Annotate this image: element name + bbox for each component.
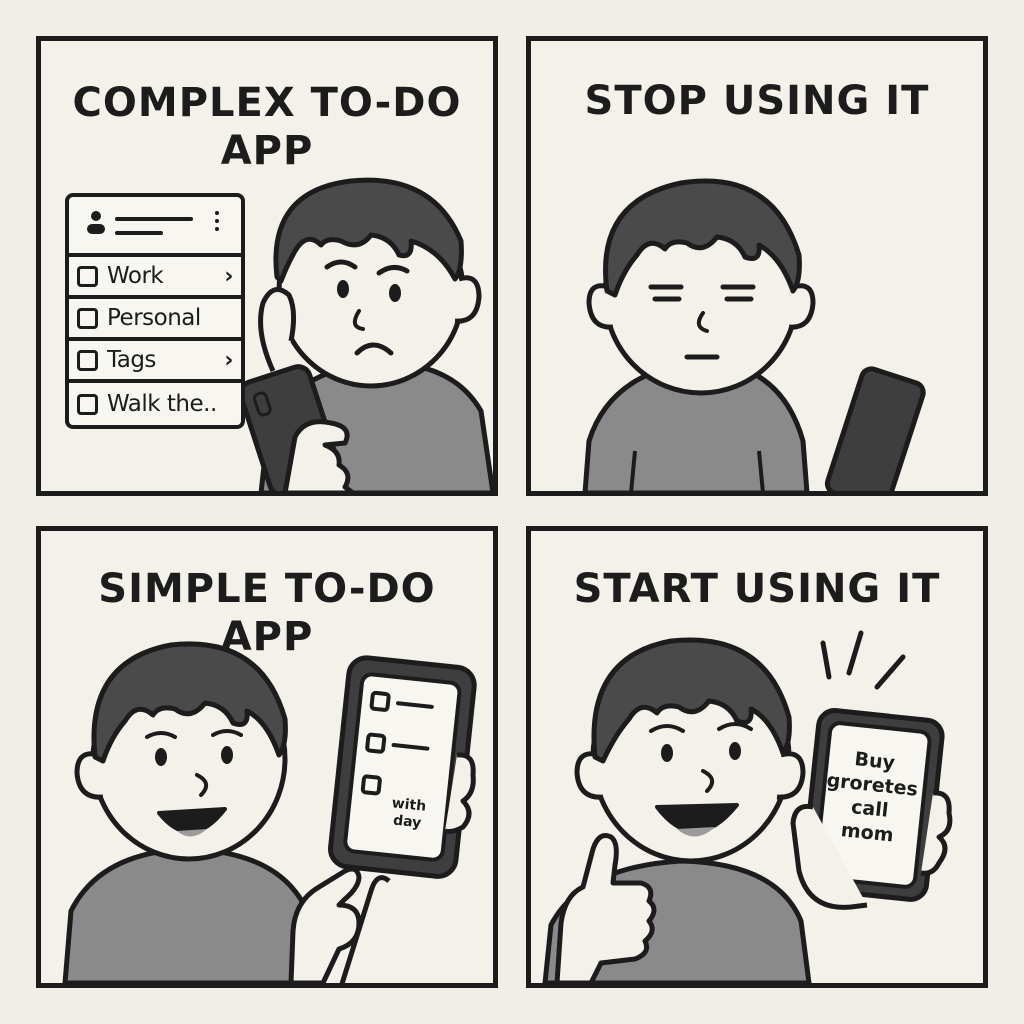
start-app-task-list: Buy groretes call mom xyxy=(816,744,925,850)
checkbox-icon[interactable] xyxy=(77,349,98,371)
panel-simple-todo-app: SIMPLE TO-DO APP with day xyxy=(36,526,498,988)
panel-caption-simple: SIMPLE TO-DO APP xyxy=(41,565,493,661)
caption-line-1: COMPLEX TO-DO xyxy=(72,80,462,126)
header-line-short xyxy=(115,231,163,235)
simple-app-task-note: with day xyxy=(390,795,427,832)
checkbox-icon[interactable] xyxy=(77,307,98,329)
panel-caption-complex: COMPLEX TO-DO APP xyxy=(41,79,493,175)
chevron-right-icon: › xyxy=(224,347,233,373)
more-vertical-icon[interactable] xyxy=(215,211,219,215)
chevron-right-icon: › xyxy=(224,263,233,289)
checkbox-icon[interactable] xyxy=(77,265,98,287)
panel-start-using-it: START USING IT Buy groretes call mom xyxy=(526,526,988,988)
user-icon-body xyxy=(87,224,105,234)
caption-line-2: APP xyxy=(220,614,314,660)
checkbox-icon[interactable] xyxy=(77,393,98,415)
panel-caption-stop: STOP USING IT xyxy=(584,78,930,124)
menu-item-label: Work xyxy=(107,263,164,289)
menu-header xyxy=(69,197,241,257)
panel-complex-todo-app: COMPLEX TO-DO APP Work › Personal Tags ›… xyxy=(36,36,498,496)
menu-item-personal[interactable]: Personal xyxy=(69,299,241,341)
menu-item-work[interactable]: Work › xyxy=(69,257,241,299)
menu-item-label: Tags xyxy=(107,347,156,373)
complex-app-menu: Work › Personal Tags › Walk the.. xyxy=(65,193,245,429)
menu-item-label: Personal xyxy=(107,305,201,331)
caption-line-2: APP xyxy=(220,128,314,174)
panel-caption-start: START USING IT xyxy=(573,566,941,612)
menu-item-label: Walk the.. xyxy=(107,391,217,417)
menu-item-walk[interactable]: Walk the.. xyxy=(69,383,241,425)
header-line xyxy=(115,217,193,221)
caption-line-1: SIMPLE TO-DO xyxy=(98,566,436,612)
user-icon xyxy=(91,211,101,221)
menu-item-tags[interactable]: Tags › xyxy=(69,341,241,383)
panel-stop-using-it: STOP USING IT xyxy=(526,36,988,496)
